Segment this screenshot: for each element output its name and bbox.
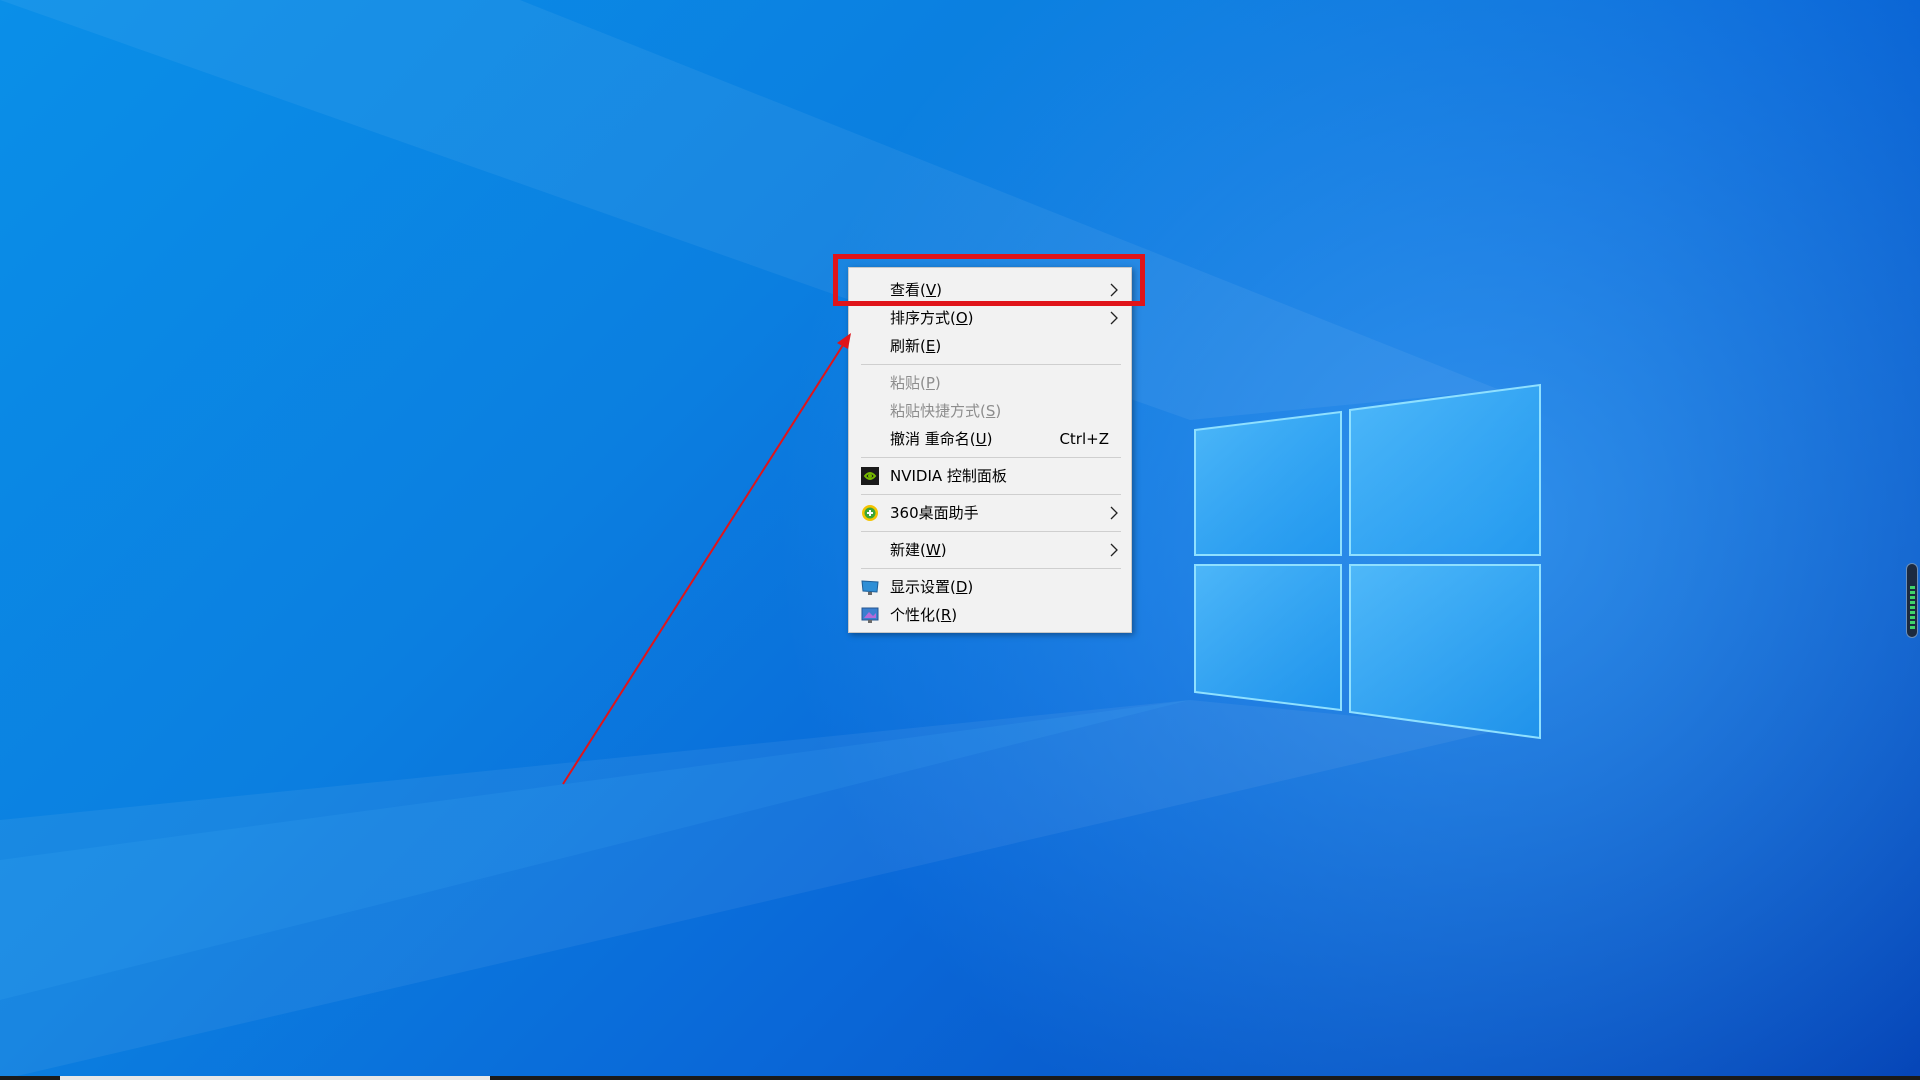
menu-item-refresh[interactable]: 刷新(E) [849,332,1131,360]
menu-item-label: 显示设置(D) [890,578,974,596]
menu-separator [861,364,1121,365]
menu-item-label: 新建(W) [890,541,947,559]
menu-item-label: 360桌面助手 [890,504,979,522]
menu-item-label: 排序方式(O) [890,309,974,327]
desktop[interactable]: 查看(V) 排序方式(O) 刷新(E) 粘贴(P) 粘贴快捷方式(S) 撤消 重… [0,0,1920,1080]
menu-item-display-settings[interactable]: 显示设置(D) [849,573,1131,601]
chevron-right-icon [1110,311,1118,325]
menu-item-label: 个性化(R) [890,606,958,624]
chevron-right-icon [1110,543,1118,557]
shortcut-text: Ctrl+Z [1059,430,1109,448]
menu-item-new[interactable]: 新建(W) [849,536,1131,564]
menu-item-undo-rename[interactable]: 撤消 重命名(U) Ctrl+Z [849,425,1131,453]
menu-item-nvidia-control-panel[interactable]: NVIDIA 控制面板 [849,462,1131,490]
menu-separator [861,568,1121,569]
menu-separator [861,494,1121,495]
menu-separator [861,457,1121,458]
menu-item-label: 粘贴快捷方式(S) [890,402,1002,420]
nvidia-icon [861,467,879,485]
personalize-icon [861,607,879,623]
taskbar-edge [0,1076,1920,1080]
menu-item-label: NVIDIA 控制面板 [890,467,1007,485]
desktop-context-menu: 查看(V) 排序方式(O) 刷新(E) 粘贴(P) 粘贴快捷方式(S) 撤消 重… [848,267,1132,633]
menu-separator [861,531,1121,532]
menu-item-paste-shortcut[interactable]: 粘贴快捷方式(S) [849,397,1131,425]
menu-item-label: 粘贴(P) [890,374,941,392]
menu-item-360-desktop-helper[interactable]: 360桌面助手 [849,499,1131,527]
taskbar-highlight [60,1076,490,1080]
menu-item-personalize[interactable]: 个性化(R) [849,601,1131,629]
menu-item-paste[interactable]: 粘贴(P) [849,369,1131,397]
chevron-right-icon [1110,506,1118,520]
level-bars [1910,586,1915,631]
menu-item-label: 撤消 重命名(U) [890,430,993,448]
menu-item-label: 刷新(E) [890,337,942,355]
annotation-highlight-box [833,254,1145,306]
display-settings-icon [861,580,879,595]
menu-item-sort-by[interactable]: 排序方式(O) [849,304,1131,332]
360-desktop-helper-icon [862,505,878,521]
edge-widget[interactable] [1906,563,1918,638]
